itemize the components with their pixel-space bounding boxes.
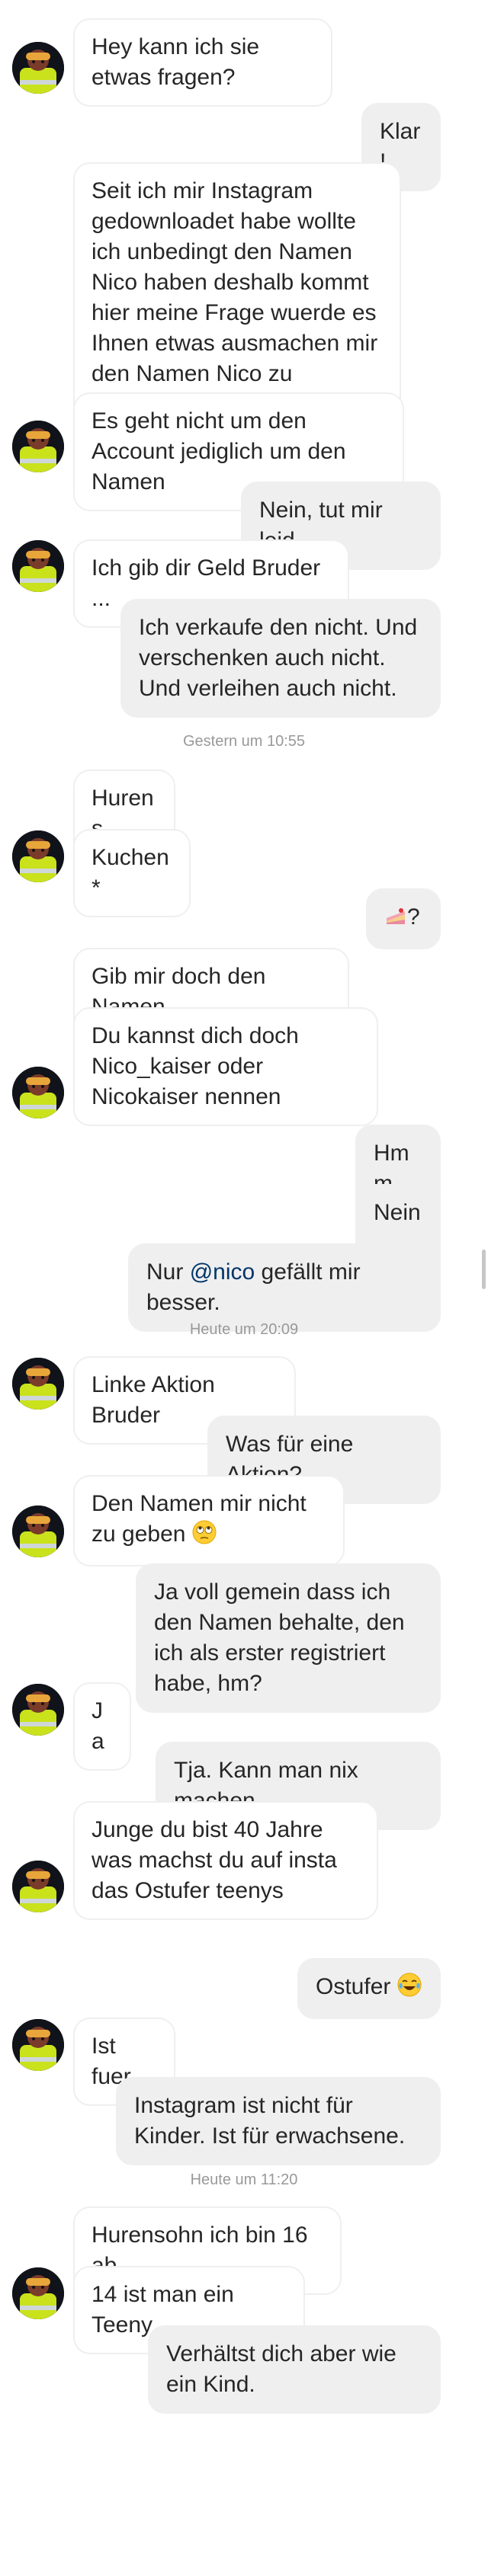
message-bubble[interactable]: Du kannst dich doch Nico_kaiser oder Nic… bbox=[73, 1007, 378, 1126]
message-bubble[interactable]: Ja bbox=[73, 1682, 131, 1771]
message-bubble[interactable]: Nur @nico gefällt mir besser. bbox=[128, 1243, 441, 1332]
message-bubble[interactable]: Instagram ist nicht für Kinder. Ist für … bbox=[116, 2077, 441, 2165]
timestamp: Heute um 11:20 bbox=[190, 2171, 298, 2188]
message-text: ? bbox=[407, 904, 420, 930]
message-bubble[interactable]: Ja voll gemein dass ich den Namen behalt… bbox=[136, 1563, 441, 1713]
avatar[interactable] bbox=[12, 1506, 64, 1557]
scrollbar-thumb[interactable] bbox=[482, 1250, 486, 1289]
tears-of-joy-emoji-icon bbox=[397, 1973, 422, 2005]
message-text: Du kannst dich doch Nico_kaiser oder Nic… bbox=[92, 1023, 306, 1109]
message-bubble[interactable]: Kuchen* bbox=[73, 829, 191, 917]
message-thread[interactable]: Hey kann ich sie etwas fragen? Klar! Sei… bbox=[0, 0, 488, 2576]
message-text: Seit ich mir Instagram gedownloadet habe… bbox=[92, 178, 378, 417]
message-bubble[interactable]: Ich verkaufe den nicht. Und verschenken … bbox=[120, 599, 441, 718]
avatar[interactable] bbox=[12, 1861, 64, 1912]
avatar[interactable] bbox=[12, 42, 64, 94]
message-text: Ja voll gemein dass ich den Namen behalt… bbox=[154, 1579, 411, 1696]
message-bubble[interactable]: Ostufer bbox=[297, 1958, 441, 2019]
avatar[interactable] bbox=[12, 1684, 64, 1736]
message-text: Junge du bist 40 Jahre was machst du auf… bbox=[92, 1817, 344, 1903]
message-text: Verhältst dich aber wie ein Kind. bbox=[166, 2341, 403, 2397]
message-bubble[interactable]: Hey kann ich sie etwas fragen? bbox=[73, 18, 332, 107]
timestamp: Gestern um 10:55 bbox=[182, 733, 306, 750]
avatar[interactable] bbox=[12, 2019, 64, 2071]
avatar[interactable] bbox=[12, 2267, 64, 2319]
avatar[interactable] bbox=[12, 830, 64, 882]
rolling-eyes-emoji-icon bbox=[192, 1520, 217, 1553]
avatar[interactable] bbox=[12, 1067, 64, 1118]
avatar[interactable] bbox=[12, 540, 64, 592]
message-text: Ich verkaufe den nicht. Und verschenken … bbox=[139, 615, 424, 701]
message-text: Hey kann ich sie etwas fragen? bbox=[92, 34, 266, 90]
message-bubble[interactable]: Junge du bist 40 Jahre was machst du auf… bbox=[73, 1801, 378, 1920]
message-text: Linke Aktion Bruder bbox=[92, 1372, 222, 1428]
message-text: Kuchen* bbox=[92, 845, 169, 901]
cake-icon bbox=[384, 904, 407, 936]
message-text: Instagram ist nicht für Kinder. Ist für … bbox=[134, 2093, 406, 2149]
avatar[interactable] bbox=[12, 421, 64, 472]
avatar[interactable] bbox=[12, 1358, 64, 1410]
message-bubble[interactable]: ? bbox=[366, 888, 441, 949]
message-bubble[interactable]: Den Namen mir nicht zu geben bbox=[73, 1475, 345, 1566]
message-text: Ja bbox=[92, 1698, 104, 1754]
timestamp: Heute um 20:09 bbox=[189, 1321, 299, 1338]
message-text: Ostufer bbox=[316, 1974, 391, 1999]
message-bubble[interactable]: Verhältst dich aber wie ein Kind. bbox=[148, 2325, 441, 2414]
message-text: Nur bbox=[146, 1259, 190, 1285]
mention-link[interactable]: @nico bbox=[190, 1259, 255, 1285]
